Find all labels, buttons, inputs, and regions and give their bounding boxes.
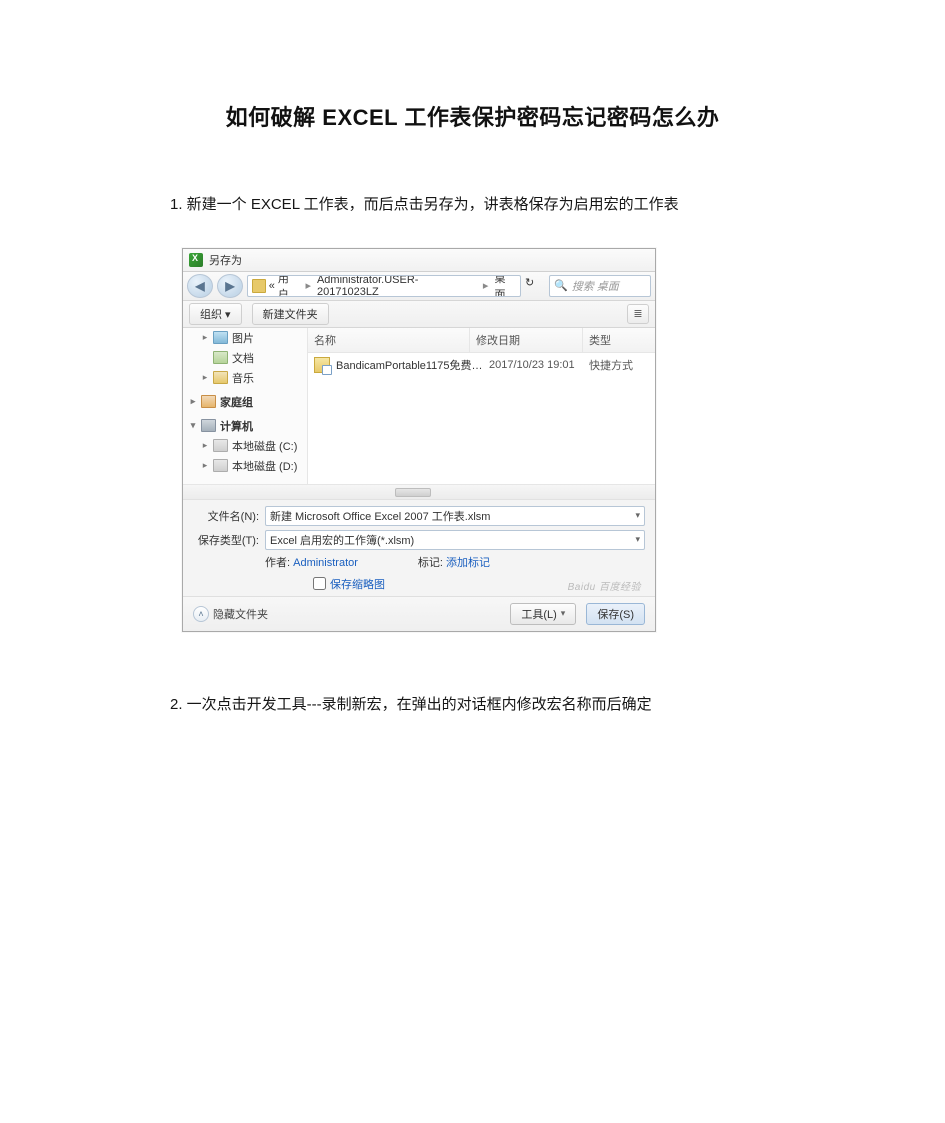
refresh-button[interactable]: ↻ [525, 276, 545, 296]
dialog-footer: ˄ 隐藏文件夹 工具(L)▾ 保存(S) [183, 596, 655, 631]
breadcrumb-leaf[interactable]: 桌面 [494, 275, 516, 297]
file-pane: 名称 修改日期 类型 BandicamPortable1175免费版 - 快捷.… [308, 328, 655, 484]
search-placeholder: 搜索 桌面 [572, 278, 619, 294]
chevron-down-icon: ▾ [635, 510, 640, 521]
page-title: 如何破解 EXCEL 工作表保护密码忘记密码怎么办 [170, 100, 775, 132]
step-1-text: 1. 新建一个 EXCEL 工作表，而后点击另存为，讲表格保存为启用宏的工作表 [170, 192, 775, 218]
search-icon: 🔍 [554, 279, 568, 292]
nav-homegroup[interactable]: ▸家庭组 [183, 392, 307, 412]
col-modified[interactable]: 修改日期 [470, 328, 583, 352]
save-button[interactable]: 保存(S) [586, 603, 645, 625]
forward-button[interactable]: ▶ [217, 274, 243, 298]
save-thumbnail-checkbox[interactable] [313, 577, 326, 590]
shortcut-icon [314, 357, 330, 373]
nav-computer[interactable]: ▾计算机 [183, 416, 307, 436]
nav-pictures[interactable]: ▸图片 [183, 328, 307, 348]
filename-value: 新建 Microsoft Office Excel 2007 工作表.xlsm [270, 508, 490, 524]
dialog-titlebar: 另存为 [183, 249, 655, 272]
file-date: 2017/10/23 19:01 [489, 359, 589, 371]
address-row: ◀ ▶ « 用户 ▸ Administrator.USER-20171023LZ… [183, 272, 655, 301]
breadcrumb-user[interactable]: Administrator.USER-20171023LZ [317, 275, 477, 297]
nav-disk-c[interactable]: ▸本地磁盘 (C:) [183, 436, 307, 456]
nav-disk-d[interactable]: ▸本地磁盘 (D:) [183, 456, 307, 476]
view-button[interactable]: ≣ [627, 304, 649, 324]
savetype-value: Excel 启用宏的工作簿(*.xlsm) [270, 532, 414, 548]
author-field: 作者: Administrator [265, 554, 358, 570]
savetype-select[interactable]: Excel 启用宏的工作簿(*.xlsm) ▾ [265, 530, 645, 550]
save-thumbnail-label: 保存缩略图 [330, 576, 385, 592]
breadcrumb-root: « [269, 280, 275, 292]
tags-field: 标记: 添加标记 [418, 554, 490, 570]
horizontal-scrollbar[interactable] [183, 484, 655, 499]
nav-tree[interactable]: ▸图片 文档 ▸音乐 ▸家庭组 ▾计算机 ▸本地磁盘 (C:) ▸本地磁盘 (D… [183, 328, 308, 484]
dialog-toolbar: 组织 ▾ 新建文件夹 ≣ [183, 301, 655, 328]
chevron-up-icon: ˄ [193, 606, 209, 622]
watermark-text: Baidu 百度经验 [568, 578, 641, 593]
filename-input[interactable]: 新建 Microsoft Office Excel 2007 工作表.xlsm … [265, 506, 645, 526]
new-folder-button[interactable]: 新建文件夹 [252, 303, 329, 325]
tools-button[interactable]: 工具(L)▾ [510, 603, 576, 625]
chevron-down-icon: ▾ [635, 534, 640, 545]
tags-value[interactable]: 添加标记 [446, 557, 490, 569]
folder-icon [252, 279, 266, 293]
author-value[interactable]: Administrator [293, 557, 358, 569]
breadcrumb-bar[interactable]: « 用户 ▸ Administrator.USER-20171023LZ ▸ 桌… [247, 275, 521, 297]
dialog-title: 另存为 [209, 252, 242, 268]
file-name: BandicamPortable1175免费版 - 快捷... [336, 357, 489, 373]
chevron-down-icon: ▾ [561, 608, 566, 619]
breadcrumb-sep-icon: ▸ [302, 279, 314, 292]
filename-label: 文件名(N): [193, 508, 259, 524]
save-as-dialog: 另存为 ◀ ▶ « 用户 ▸ Administrator.USER-201710… [182, 248, 656, 632]
nav-documents[interactable]: 文档 [183, 348, 307, 368]
col-name[interactable]: 名称 [308, 328, 470, 352]
savetype-label: 保存类型(T): [193, 532, 259, 548]
back-button[interactable]: ◀ [187, 274, 213, 298]
step-2-text: 2. 一次点击开发工具---录制新宏，在弹出的对话框内修改宏名称而后确定 [170, 692, 775, 718]
breadcrumb-users[interactable]: 用户 [278, 275, 300, 297]
hide-folders-toggle[interactable]: ˄ 隐藏文件夹 [193, 606, 268, 622]
nav-music[interactable]: ▸音乐 [183, 368, 307, 388]
file-columns: 名称 修改日期 类型 [308, 328, 655, 353]
file-type: 快捷方式 [589, 357, 649, 373]
breadcrumb-sep-icon: ▸ [480, 279, 492, 292]
file-row[interactable]: BandicamPortable1175免费版 - 快捷... 2017/10/… [308, 353, 655, 377]
search-input[interactable]: 🔍 搜索 桌面 [549, 275, 651, 297]
organize-button[interactable]: 组织 ▾ [189, 303, 242, 325]
excel-icon [189, 253, 203, 267]
col-type[interactable]: 类型 [583, 328, 655, 352]
